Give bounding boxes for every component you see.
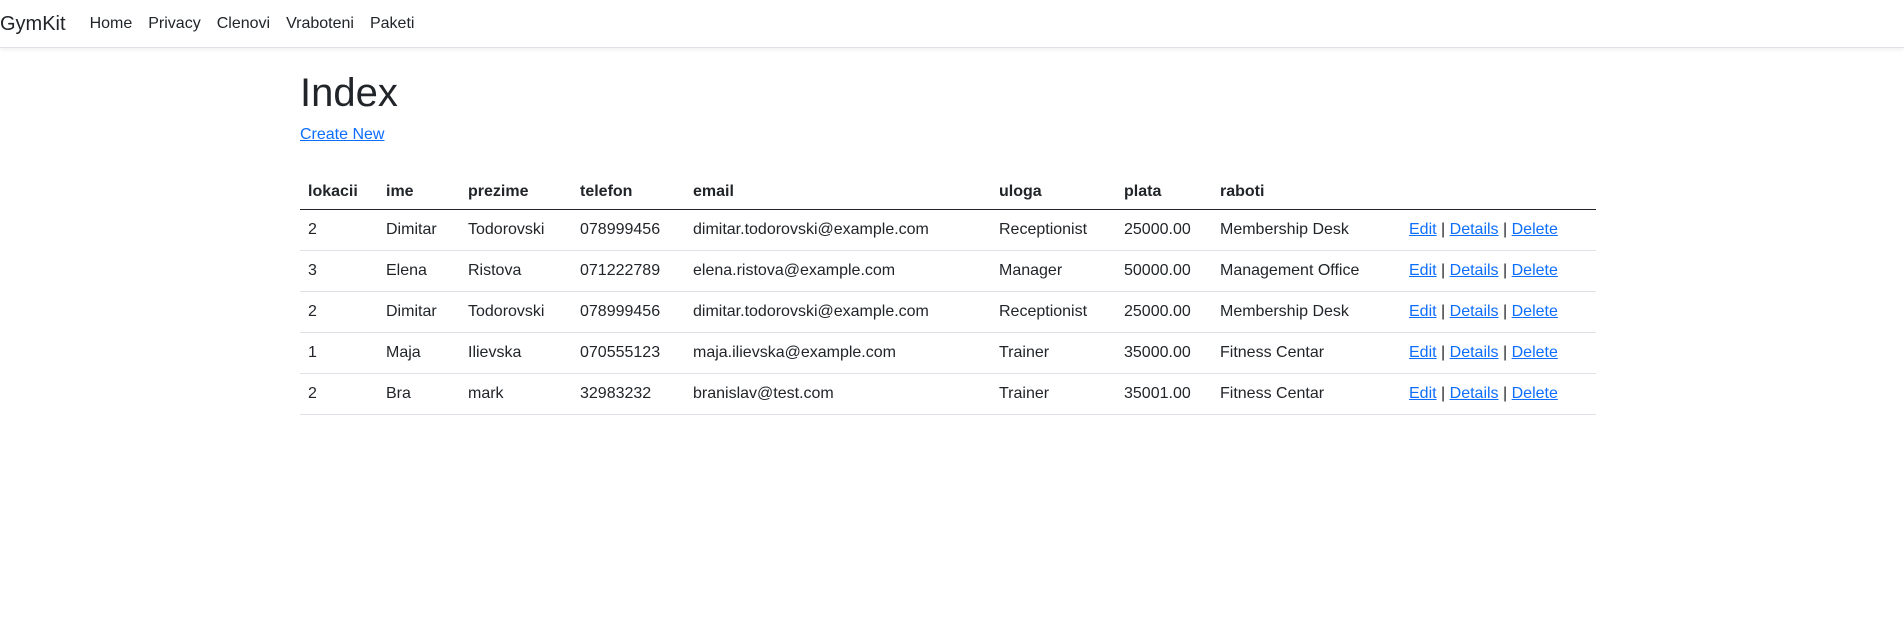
cell-raboti: Fitness Centar <box>1212 332 1401 374</box>
header-uloga: uloga <box>991 169 1116 210</box>
cell-uloga: Trainer <box>991 373 1116 415</box>
cell-telefon: 32983232 <box>572 373 685 415</box>
cell-prezime: Todorovski <box>460 209 572 251</box>
create-new-link[interactable]: Create New <box>300 126 384 143</box>
cell-lokacii: 3 <box>300 250 378 292</box>
cell-telefon: 071222789 <box>572 250 685 292</box>
delete-link[interactable]: Delete <box>1512 303 1558 320</box>
table-row: 3 Elena Ristova 071222789 elena.ristova@… <box>300 250 1596 292</box>
details-link[interactable]: Details <box>1450 303 1499 320</box>
details-link[interactable]: Details <box>1450 344 1499 361</box>
cell-plata: 25000.00 <box>1116 209 1212 251</box>
cell-lokacii: 2 <box>300 373 378 415</box>
cell-telefon: 078999456 <box>572 209 685 251</box>
cell-email: elena.ristova@example.com <box>685 250 991 292</box>
cell-raboti: Membership Desk <box>1212 291 1401 333</box>
cell-actions: Edit | Details | Delete <box>1401 291 1596 333</box>
edit-link[interactable]: Edit <box>1409 344 1437 361</box>
delete-link[interactable]: Delete <box>1512 262 1558 279</box>
cell-prezime: mark <box>460 373 572 415</box>
nav-paketi[interactable]: Paketi <box>362 15 422 32</box>
page-title: Index <box>300 71 398 115</box>
cell-uloga: Manager <box>991 250 1116 292</box>
cell-uloga: Receptionist <box>991 291 1116 333</box>
separator: | <box>1441 221 1446 238</box>
header-prezime: prezime <box>460 169 572 210</box>
edit-link[interactable]: Edit <box>1409 385 1437 402</box>
cell-email: maja.ilievska@example.com <box>685 332 991 374</box>
cell-uloga: Trainer <box>991 332 1116 374</box>
separator: | <box>1441 303 1446 320</box>
cell-prezime: Todorovski <box>460 291 572 333</box>
cell-ime: Bra <box>378 373 460 415</box>
details-link[interactable]: Details <box>1450 262 1499 279</box>
employees-table: lokacii ime prezime telefon email uloga … <box>300 169 1596 415</box>
header-actions <box>1401 169 1596 210</box>
cell-prezime: Ilievska <box>460 332 572 374</box>
separator: | <box>1503 344 1508 361</box>
cell-raboti: Membership Desk <box>1212 209 1401 251</box>
cell-email: dimitar.todorovski@example.com <box>685 291 991 333</box>
cell-email: branislav@test.com <box>685 373 991 415</box>
cell-plata: 50000.00 <box>1116 250 1212 292</box>
cell-ime: Dimitar <box>378 291 460 333</box>
top-navbar: GymKit Home Privacy Clenovi Vraboteni Pa… <box>0 0 1904 48</box>
header-lokacii: lokacii <box>300 169 378 210</box>
separator: | <box>1503 262 1508 279</box>
cell-lokacii: 2 <box>300 209 378 251</box>
separator: | <box>1503 221 1508 238</box>
nav-vraboteni[interactable]: Vraboteni <box>278 15 362 32</box>
cell-raboti: Management Office <box>1212 250 1401 292</box>
cell-lokacii: 1 <box>300 332 378 374</box>
separator: | <box>1503 303 1508 320</box>
cell-plata: 35000.00 <box>1116 332 1212 374</box>
header-email: email <box>685 169 991 210</box>
delete-link[interactable]: Delete <box>1512 221 1558 238</box>
cell-ime: Elena <box>378 250 460 292</box>
cell-actions: Edit | Details | Delete <box>1401 250 1596 292</box>
edit-link[interactable]: Edit <box>1409 221 1437 238</box>
cell-raboti: Fitness Centar <box>1212 373 1401 415</box>
header-telefon: telefon <box>572 169 685 210</box>
cell-plata: 25000.00 <box>1116 291 1212 333</box>
cell-plata: 35001.00 <box>1116 373 1212 415</box>
nav-home[interactable]: Home <box>90 15 141 32</box>
cell-lokacii: 2 <box>300 291 378 333</box>
separator: | <box>1441 385 1446 402</box>
header-ime: ime <box>378 169 460 210</box>
cell-actions: Edit | Details | Delete <box>1401 209 1596 251</box>
edit-link[interactable]: Edit <box>1409 303 1437 320</box>
separator: | <box>1503 385 1508 402</box>
cell-ime: Maja <box>378 332 460 374</box>
table-header-row: lokacii ime prezime telefon email uloga … <box>300 169 1596 210</box>
cell-email: dimitar.todorovski@example.com <box>685 209 991 251</box>
separator: | <box>1441 262 1446 279</box>
edit-link[interactable]: Edit <box>1409 262 1437 279</box>
details-link[interactable]: Details <box>1450 221 1499 238</box>
cell-actions: Edit | Details | Delete <box>1401 373 1596 415</box>
delete-link[interactable]: Delete <box>1512 385 1558 402</box>
nav-clenovi[interactable]: Clenovi <box>209 15 278 32</box>
cell-telefon: 070555123 <box>572 332 685 374</box>
main-content: Index Create New lokacii ime prezime tel… <box>300 48 1596 415</box>
header-plata: plata <box>1116 169 1212 210</box>
table-row: 2 Bra mark 32983232 branislav@test.com T… <box>300 373 1596 415</box>
details-link[interactable]: Details <box>1450 385 1499 402</box>
table-row: 1 Maja Ilievska 070555123 maja.ilievska@… <box>300 332 1596 374</box>
cell-prezime: Ristova <box>460 250 572 292</box>
nav-privacy[interactable]: Privacy <box>140 15 208 32</box>
cell-telefon: 078999456 <box>572 291 685 333</box>
cell-actions: Edit | Details | Delete <box>1401 332 1596 374</box>
cell-uloga: Receptionist <box>991 209 1116 251</box>
separator: | <box>1441 344 1446 361</box>
nav-links: Home Privacy Clenovi Vraboteni Paketi <box>90 15 423 32</box>
header-raboti: raboti <box>1212 169 1401 210</box>
brand-link[interactable]: GymKit <box>0 14 66 34</box>
delete-link[interactable]: Delete <box>1512 344 1558 361</box>
table-row: 2 Dimitar Todorovski 078999456 dimitar.t… <box>300 209 1596 251</box>
table-row: 2 Dimitar Todorovski 078999456 dimitar.t… <box>300 291 1596 333</box>
cell-ime: Dimitar <box>378 209 460 251</box>
